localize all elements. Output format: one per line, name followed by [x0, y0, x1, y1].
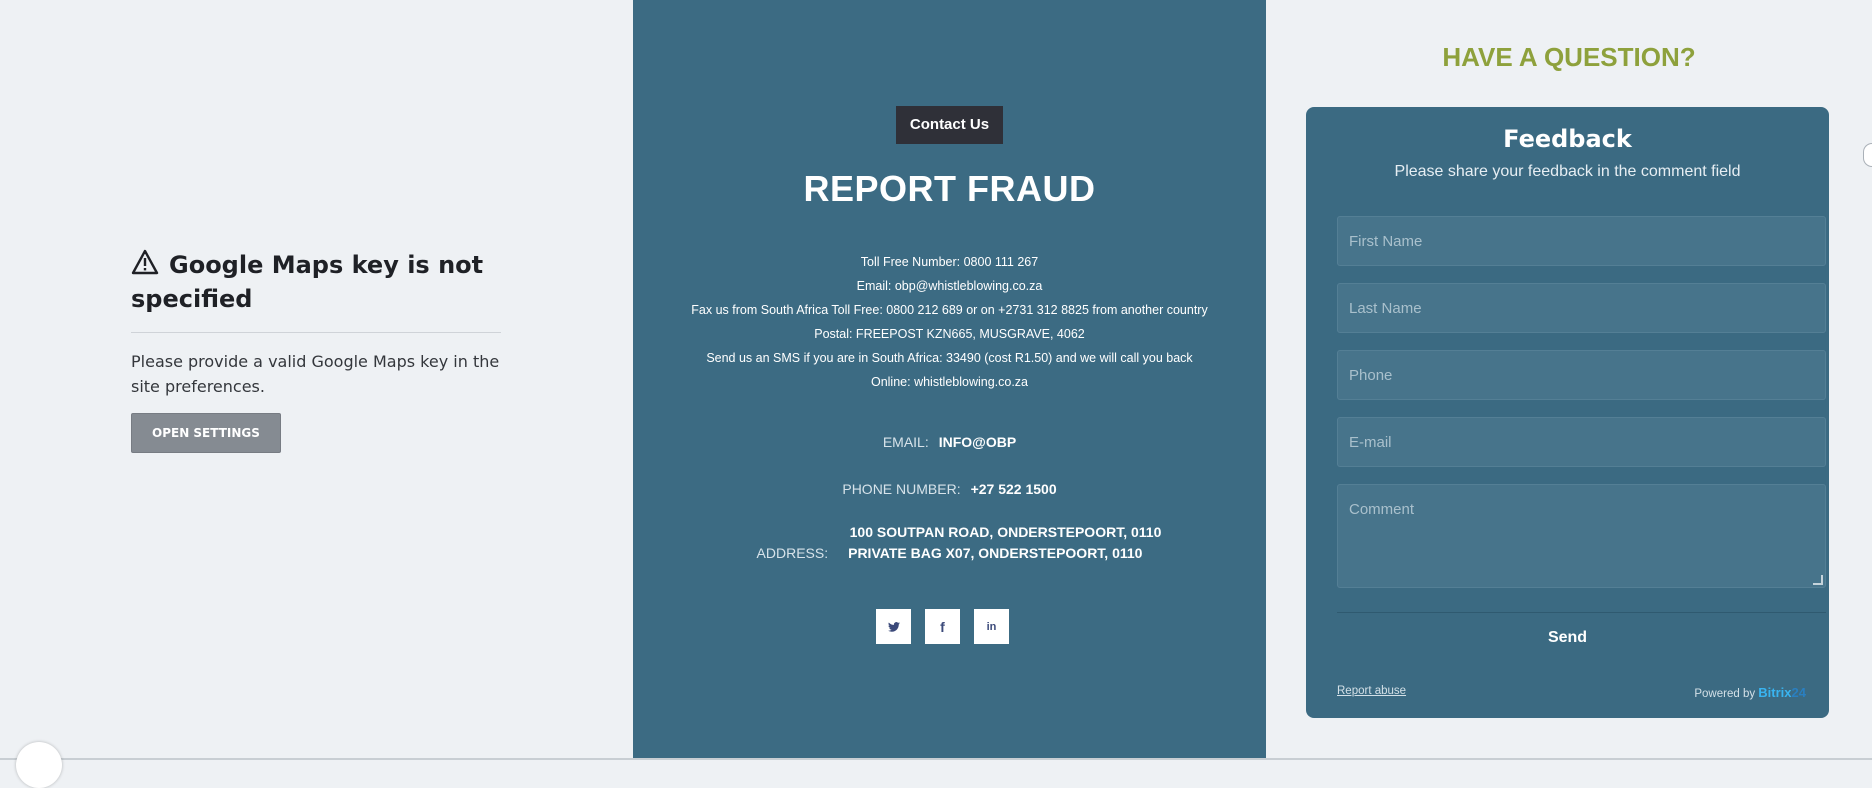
last-name-field[interactable]: Last Name — [1337, 283, 1826, 333]
map-panel: Google Maps key is not specified Please … — [0, 0, 633, 760]
phone-row: PHONE NUMBER: +27 522 1500 — [633, 481, 1266, 497]
linkedin-button[interactable]: in — [974, 609, 1009, 644]
email-label: EMAIL: — [882, 434, 929, 450]
feedback-panel: HAVE A QUESTION? Feedback Please share y… — [1266, 0, 1872, 760]
maps-notice-message: Please provide a valid Google Maps key i… — [131, 352, 500, 396]
email-line: Email: obp@whistleblowing.co.za — [856, 279, 1043, 293]
maps-title-text: Google Maps key is not specified — [131, 251, 484, 313]
sms-line: Send us an SMS if you are in South Afric… — [706, 351, 1193, 365]
email-field[interactable]: E-mail — [1337, 417, 1826, 467]
phone-value[interactable]: +27 522 1500 — [971, 481, 1057, 497]
phone-label: PHONE NUMBER: — [842, 481, 961, 497]
maps-notice: Google Maps key is not specified Please … — [131, 248, 501, 453]
toll-free-line: Toll Free Number: 0800 111 267 — [860, 255, 1039, 269]
have-a-question-heading: HAVE A QUESTION? — [1442, 42, 1696, 72]
brand-number: 24 — [1791, 685, 1806, 700]
powered-by[interactable]: Powered by Bitrix24 — [1694, 685, 1806, 700]
postal-line: Postal: FREEPOST KZN665, MUSGRAVE, 4062 — [814, 327, 1085, 341]
report-fraud-title: REPORT FRAUD — [803, 168, 1096, 209]
chat-widget-button[interactable] — [16, 742, 62, 788]
resize-handle-icon[interactable] — [1813, 575, 1823, 585]
online-line: Online: whistleblowing.co.za — [870, 375, 1029, 389]
divider — [131, 332, 501, 333]
address-block: 100 SOUTPAN ROAD, ONDERSTEPOORT, 0110 AD… — [633, 524, 1266, 561]
comment-placeholder: Comment — [1349, 501, 1415, 518]
address-row: ADDRESS: PRIVATE BAG X07, ONDERSTEPOORT, … — [633, 545, 1266, 561]
social-links: f in — [876, 609, 1009, 644]
first-name-field[interactable]: First Name — [1337, 216, 1826, 266]
address-label: ADDRESS: — [756, 545, 829, 561]
scroll-tab[interactable] — [1863, 143, 1872, 167]
open-settings-button[interactable]: OPEN SETTINGS — [131, 413, 281, 453]
feedback-title: Feedback — [1503, 125, 1632, 153]
email-row: EMAIL: INFO@OBP — [633, 434, 1266, 450]
report-abuse-link[interactable]: Report abuse — [1337, 685, 1406, 697]
report-info: Toll Free Number: 0800 111 267 Email: ob… — [633, 250, 1266, 394]
facebook-button[interactable]: f — [925, 609, 960, 644]
linkedin-icon: in — [986, 620, 997, 633]
comment-field[interactable]: Comment — [1337, 484, 1826, 588]
brand-name: Bitrix — [1758, 685, 1792, 700]
phone-field[interactable]: Phone — [1337, 350, 1826, 400]
divider — [1337, 612, 1826, 613]
maps-notice-title: Google Maps key is not specified — [131, 248, 501, 316]
facebook-icon: f — [940, 618, 945, 635]
twitter-button[interactable] — [876, 609, 911, 644]
powered-by-label: Powered by — [1694, 688, 1756, 700]
report-fraud-panel: Contact Us REPORT FRAUD Toll Free Number… — [633, 0, 1266, 760]
fax-line: Fax us from South Africa Toll Free: 0800… — [691, 303, 1208, 317]
address-line-1: 100 SOUTPAN ROAD, ONDERSTEPOORT, 0110 — [849, 524, 1162, 540]
email-value[interactable]: INFO@OBP — [939, 434, 1016, 450]
feedback-form: Feedback Please share your feedback in t… — [1306, 107, 1829, 718]
feedback-subtitle: Please share your feedback in the commen… — [1394, 163, 1741, 180]
bitrix24-logo: Bitrix24 — [1758, 685, 1806, 700]
contact-us-button[interactable]: Contact Us — [896, 106, 1003, 144]
address-line-2: PRIVATE BAG X07, ONDERSTEPOORT, 0110 — [848, 545, 1143, 561]
twitter-icon — [887, 621, 900, 632]
warning-icon — [131, 249, 159, 275]
send-button[interactable]: Send — [1306, 629, 1829, 647]
